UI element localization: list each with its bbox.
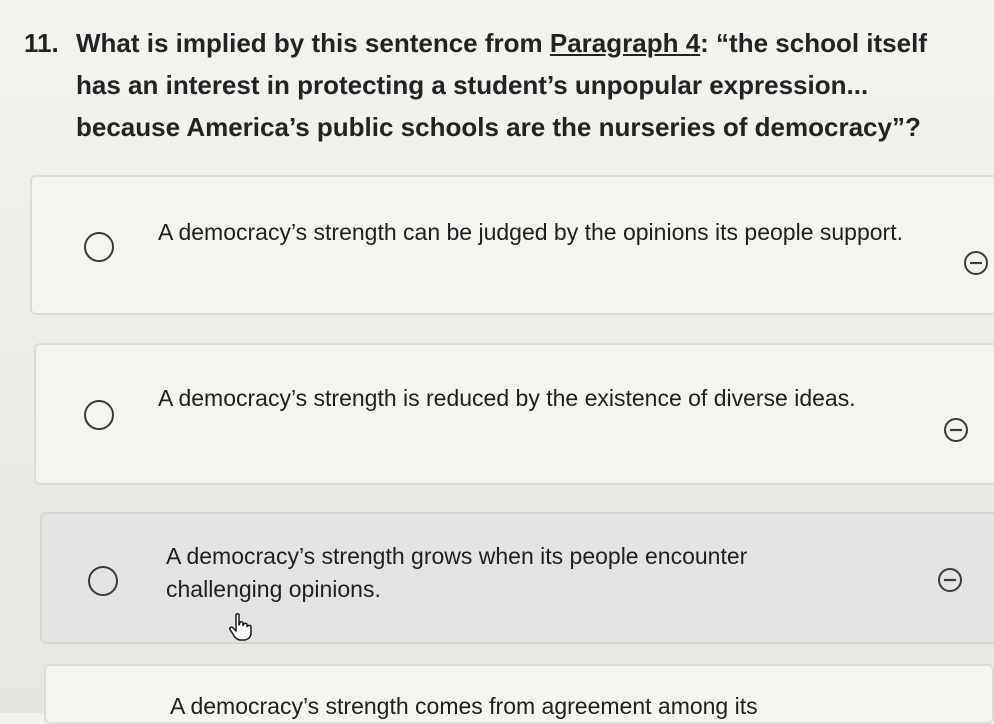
question-text-before: What is implied by this sentence from: [76, 28, 550, 58]
minus-circle-icon[interactable]: [936, 566, 964, 594]
minus-circle-icon[interactable]: [942, 416, 970, 444]
paragraph-reference-link[interactable]: Paragraph 4: [550, 28, 700, 58]
answer-option-a[interactable]: A democracy’s strength can be judged by …: [30, 175, 994, 315]
answer-option-c[interactable]: A democracy’s strength grows when its pe…: [40, 512, 994, 644]
option-c-text: A democracy’s strength grows when its pe…: [166, 543, 748, 602]
question-prompt: 11. What is implied by this sentence fro…: [24, 22, 974, 148]
hand-pointer-icon: [229, 613, 252, 641]
answer-option-b[interactable]: A democracy’s strength is reduced by the…: [34, 343, 994, 485]
option-a-text: A democracy’s strength can be judged by …: [158, 219, 903, 245]
question-number: 11.: [24, 28, 59, 58]
radio-button-a[interactable]: [84, 232, 114, 262]
minus-circle-icon[interactable]: [962, 249, 990, 277]
option-b-text: A democracy’s strength is reduced by the…: [158, 385, 856, 411]
question-text: What is implied by this sentence from Pa…: [76, 22, 974, 148]
radio-button-c[interactable]: [88, 566, 118, 596]
radio-button-b[interactable]: [84, 400, 114, 430]
option-d-text: A democracy’s strength comes from agreem…: [170, 693, 758, 719]
